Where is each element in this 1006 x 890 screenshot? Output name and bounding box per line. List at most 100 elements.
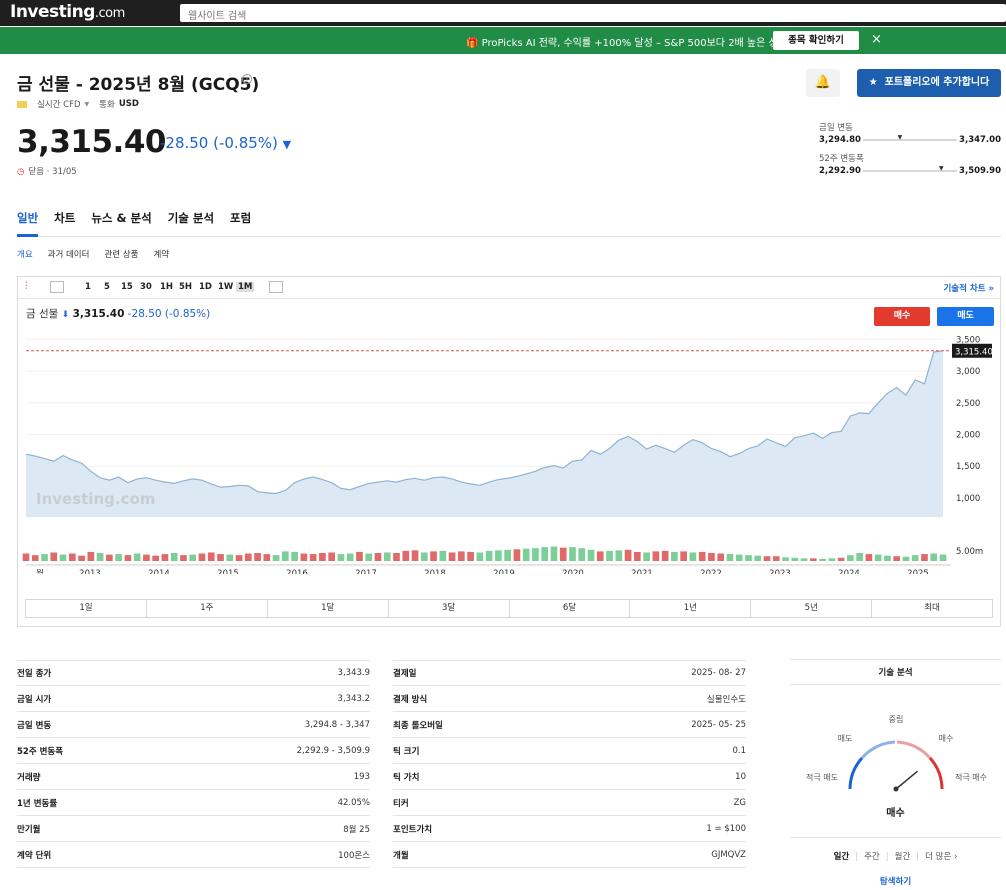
stat-label: 틱 크기 — [393, 746, 420, 757]
chart-panel: ⫶ 1 5 15 30 1H 5H 1D 1W 1M 기술적 차트 » 금 선물… — [17, 276, 1001, 627]
price-area — [26, 350, 943, 517]
volume-bar — [59, 554, 67, 561]
site-logo[interactable]: Investing.com — [10, 2, 125, 22]
info-icon[interactable]: i — [242, 74, 252, 84]
volume-bar — [745, 555, 752, 561]
promo-cta-button[interactable]: 종목 확인하기 — [773, 31, 859, 50]
range-max[interactable]: 최대 — [872, 600, 992, 617]
sell-button[interactable]: 매도 — [937, 307, 994, 326]
down-arrow-icon: ▼ — [282, 138, 292, 151]
timeframe-1h[interactable]: 1H — [160, 282, 173, 292]
tab-technical[interactable]: 기술 분석 — [168, 210, 214, 226]
volume-bar — [939, 554, 947, 561]
volume-bar — [365, 553, 373, 561]
volume-bar — [828, 558, 836, 561]
range-5y[interactable]: 5년 — [751, 600, 873, 617]
portfolio-button-label: 포트폴리오에 추가합니다 — [884, 77, 990, 88]
stat-row: 개월 GJMQVZ — [393, 842, 746, 868]
timeframe-5[interactable]: 5 — [104, 282, 110, 292]
timeframe-1m[interactable]: 1M — [236, 282, 255, 292]
timeframe-15[interactable]: 15 — [121, 282, 133, 292]
chart-legend: 금 선물 ⬇ 3,315.40 -28.50 (-0.85%) — [26, 306, 210, 321]
tabs-divider — [17, 236, 1001, 237]
tab-news[interactable]: 뉴스 & 분석 — [91, 210, 151, 226]
day-range-low: 3,294.80 — [819, 135, 861, 145]
gauge-needle — [895, 770, 919, 790]
main-tabs: 일반 차트 뉴스 & 분석 기술 분석 포럼 — [17, 210, 251, 226]
period-separator: | — [855, 852, 859, 862]
instrument-meta: 실시간 CFD ▼ 통화 USD — [17, 98, 139, 110]
day-range-high: 3,347.00 — [959, 135, 1001, 145]
period-option[interactable]: 주간 — [864, 852, 880, 862]
stat-label: 티커 — [393, 798, 409, 809]
range-1y[interactable]: 1년 — [630, 600, 752, 617]
stat-row: 틱 크기 0.1 — [393, 738, 746, 764]
range-3m[interactable]: 3달 — [389, 600, 510, 617]
x-tick-label: 2023 — [769, 569, 791, 574]
price-chart[interactable]: 3,5003,0002,5002,0001,5001,000Investing.… — [18, 329, 1000, 574]
tech-chart-link[interactable]: 기술적 차트 » — [943, 282, 994, 294]
timeframe-5h[interactable]: 5H — [179, 282, 192, 292]
volume-bar — [633, 551, 641, 561]
x-tick-label: 2014 — [148, 569, 170, 574]
y-tick-label: 2,500 — [956, 399, 980, 409]
stats-table-right: 결제일 2025- 08- 27 결제 방식 실물인수도 최종 롤오버일 2025- 05… — [393, 660, 746, 868]
volume-bar — [217, 554, 224, 561]
area-chart-icon[interactable] — [50, 281, 64, 293]
volume-bar — [735, 554, 743, 561]
candlestick-icon[interactable]: ⫶ — [25, 281, 39, 293]
timeframe-1[interactable]: 1 — [85, 282, 91, 292]
volume-bar — [152, 555, 160, 561]
last-price-label: 3,315.40 — [955, 347, 993, 357]
search-input[interactable]: 웹사이트 검색 — [180, 4, 1006, 22]
bell-plus-icon[interactable]: 🔔 — [806, 69, 840, 97]
explore-link[interactable]: 탐색하기 — [790, 875, 1001, 887]
volume-bar — [754, 555, 762, 561]
subtab-contract[interactable]: 계약 — [153, 248, 169, 260]
volume-scale-label: 5.00m — [956, 547, 983, 557]
volume-bar — [504, 549, 511, 561]
volume-bar — [911, 555, 919, 561]
legend-change: -28.50 (-0.85%) — [127, 308, 211, 320]
tab-chart[interactable]: 차트 — [54, 210, 75, 226]
table-icon[interactable] — [269, 281, 283, 293]
volume-bar — [207, 552, 215, 561]
stat-value: ZG — [733, 797, 746, 808]
data-type[interactable]: 실시간 CFD — [37, 98, 81, 110]
tab-overview[interactable]: 일반 — [17, 210, 38, 226]
volume-bar — [782, 557, 789, 561]
volume-bar — [902, 556, 910, 561]
period-option[interactable]: 월간 — [895, 852, 911, 862]
legend-price: 3,315.40 — [72, 308, 125, 320]
timeframe-1d[interactable]: 1D — [199, 282, 212, 292]
timeframe-1w[interactable]: 1W — [218, 282, 233, 292]
volume-bar — [133, 553, 141, 561]
timeframe-30[interactable]: 30 — [140, 282, 152, 292]
chart-toolbar: ⫶ 1 5 15 30 1H 5H 1D 1W 1M 기술적 차트 » — [18, 277, 1000, 299]
stat-value: 2025- 05- 25 — [691, 719, 746, 730]
buy-button[interactable]: 매수 — [874, 307, 930, 326]
range-1d[interactable]: 1일 — [26, 600, 147, 617]
volume-bar — [68, 553, 76, 561]
subtab-historical[interactable]: 과거 데이터 — [48, 248, 90, 260]
close-icon[interactable]: × — [871, 32, 882, 47]
period-option[interactable]: 더 많은 › — [925, 852, 957, 862]
y-tick-label: 1,000 — [956, 494, 980, 504]
range-1w[interactable]: 1주 — [147, 600, 268, 617]
period-option[interactable]: 일간 — [834, 852, 850, 862]
range-1m[interactable]: 1달 — [268, 600, 389, 617]
volume-bar — [476, 552, 484, 561]
gauge-pivot — [893, 786, 899, 792]
subtab-summary[interactable]: 개요 — [17, 248, 33, 260]
tab-forum[interactable]: 포럼 — [230, 210, 251, 226]
subtab-related[interactable]: 관련 상품 — [104, 248, 138, 260]
range-6m[interactable]: 6달 — [510, 600, 631, 617]
gauge-label-neutral: 중립 — [889, 715, 904, 724]
add-to-portfolio-button[interactable]: ★ 포트폴리오에 추가합니다 — [857, 69, 1001, 97]
stat-label: 계약 단위 — [17, 850, 52, 861]
chevron-down-icon[interactable]: ▼ — [85, 101, 90, 108]
stat-row: 만기월 8월 25 — [17, 816, 370, 842]
stat-row: 결제일 2025- 08- 27 — [393, 660, 746, 686]
gauge-label-strong-sell: 적극 매도 — [806, 772, 838, 782]
volume-bar — [587, 549, 595, 561]
